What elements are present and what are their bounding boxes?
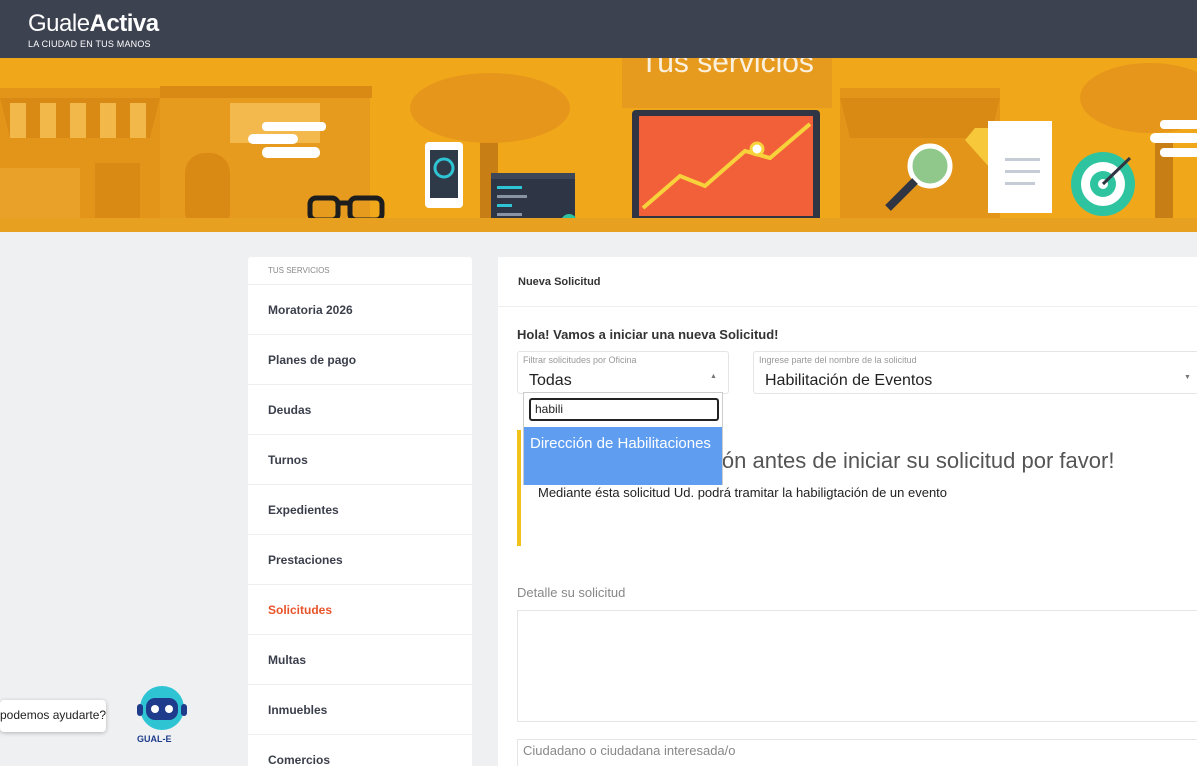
chat-bubble[interactable]: podemos ayudarte? (0, 700, 106, 732)
office-dropdown: habili Dirección de Habilitaciones (523, 392, 723, 485)
services-sidebar: TUS SERVICIOS Moratoria 2026 Planes de p… (248, 257, 472, 766)
hero-banner: Tus servicios (0, 58, 1197, 232)
sidebar-item-expedientes[interactable]: Expedientes (248, 485, 472, 535)
office-filter-select[interactable]: Filtrar solicitudes por Oficina Todas ▲ (517, 351, 729, 394)
office-filter-value: Todas (529, 372, 572, 389)
detail-label: Detalle su solicitud (517, 585, 626, 600)
brand-name-bold: Activa (89, 10, 160, 37)
hero-title: Tus servicios (640, 58, 814, 79)
notice-heading: ión antes de iniciar su solicitud por fa… (717, 448, 1115, 473)
dropdown-search-input[interactable]: habili (529, 398, 719, 421)
sidebar-item-comercios[interactable]: Comercios (248, 735, 472, 766)
caret-up-icon: ▲ (710, 373, 717, 380)
new-request-panel: Nueva Solicitud Hola! Vamos a iniciar un… (498, 257, 1197, 766)
dropdown-option-highlighted[interactable]: Dirección de Habilitaciones (524, 427, 722, 485)
notice-body: Mediante ésta solicitud Ud. podrá tramit… (538, 485, 948, 500)
citizen-field[interactable]: Ciudadano o ciudadana interesada/o (517, 739, 1197, 766)
panel-title: Nueva Solicitud (498, 257, 1197, 307)
caret-down-icon: ▼ (1184, 374, 1191, 381)
sidebar-item-multas[interactable]: Multas (248, 635, 472, 685)
sidebar-item-turnos[interactable]: Turnos (248, 435, 472, 485)
sidebar-item-moratoria[interactable]: Moratoria 2026 (248, 285, 472, 335)
request-name-label: Ingrese parte del nombre de la solicitud (759, 355, 917, 365)
hero-illustration (0, 58, 1197, 232)
citizen-placeholder: Ciudadano o ciudadana interesada/o (523, 743, 736, 758)
sidebar-item-planes-de-pago[interactable]: Planes de pago (248, 335, 472, 385)
brand-name-light: Guale (28, 10, 90, 37)
sidebar-item-deudas[interactable]: Deudas (248, 385, 472, 435)
office-filter-label: Filtrar solicitudes por Oficina (523, 355, 637, 365)
chatbot-name: GUAL-E (137, 734, 172, 744)
sidebar-item-solicitudes[interactable]: Solicitudes (248, 585, 472, 635)
sidebar-header: TUS SERVICIOS (248, 257, 472, 285)
greeting-text: Hola! Vamos a iniciar una nueva Solicitu… (517, 327, 779, 342)
brand-tagline: LA CIUDAD EN TUS MANOS (28, 39, 151, 49)
detail-textarea[interactable] (517, 610, 1197, 722)
request-name-value: Habilitación de Eventos (765, 372, 933, 389)
top-navbar: GualeActiva LA CIUDAD EN TUS MANOS (0, 0, 1197, 58)
brand-logo[interactable]: GualeActiva LA CIUDAD EN TUS MANOS (28, 10, 159, 49)
sidebar-item-prestaciones[interactable]: Prestaciones (248, 535, 472, 585)
sidebar-item-inmuebles[interactable]: Inmuebles (248, 685, 472, 735)
request-name-select[interactable]: Ingrese parte del nombre de la solicitud… (753, 351, 1197, 394)
